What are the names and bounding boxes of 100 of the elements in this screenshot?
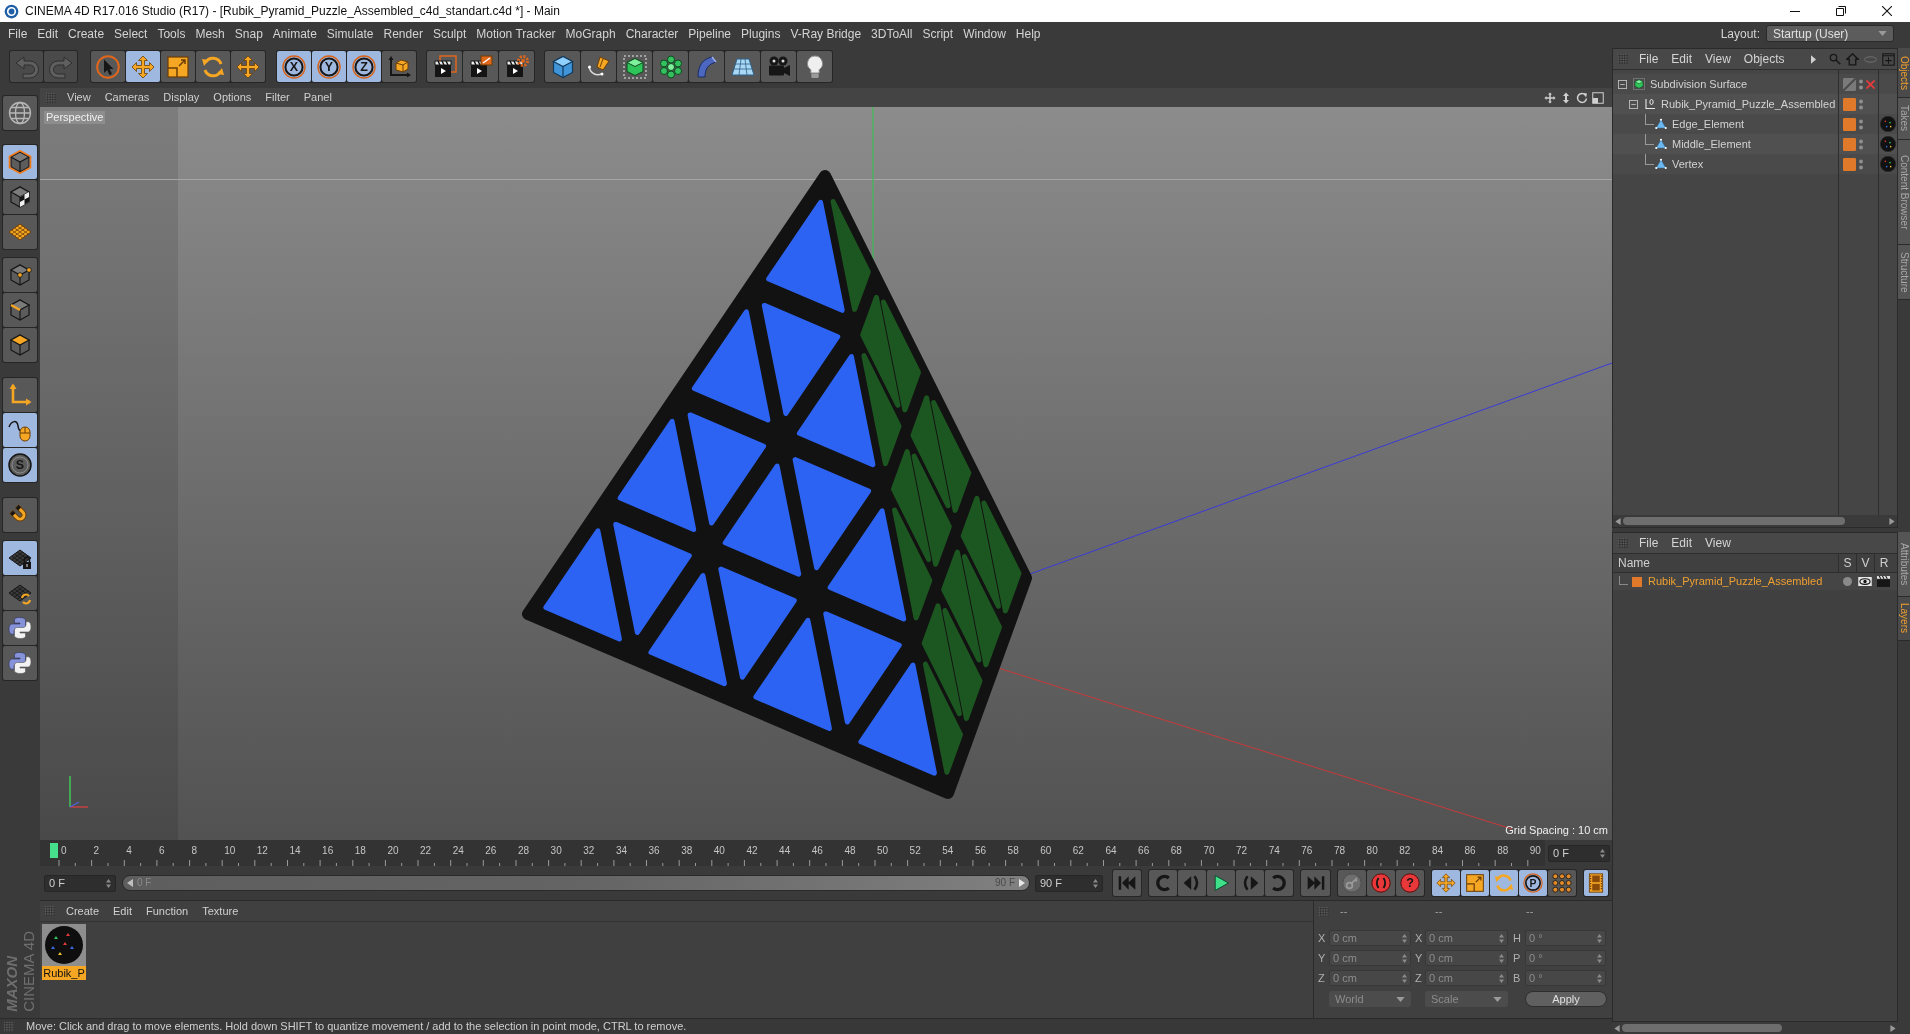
- solo-dot-icon[interactable]: [1842, 577, 1852, 586]
- scrollbar-thumb[interactable]: [1622, 1024, 1782, 1032]
- menu-item[interactable]: Edit: [113, 905, 132, 917]
- menu-item[interactable]: Motion Tracker: [476, 27, 556, 40]
- home-icon[interactable]: [1846, 52, 1859, 66]
- cross-icon[interactable]: [1866, 79, 1875, 89]
- point-level-button[interactable]: [1548, 870, 1576, 896]
- layer-swatch-icon[interactable]: [1843, 117, 1856, 131]
- workplane-mode-button[interactable]: [3, 215, 37, 249]
- visibility-dots-icon[interactable]: [1859, 78, 1863, 90]
- layer-swatch-icon[interactable]: [1843, 97, 1856, 111]
- expand-box-icon[interactable]: [1629, 99, 1638, 109]
- next-frame-button[interactable]: [1236, 870, 1264, 896]
- menu-item[interactable]: Texture: [202, 905, 239, 917]
- eye-icon[interactable]: [1858, 577, 1872, 586]
- cloner-button[interactable]: [653, 51, 688, 82]
- deformer-button[interactable]: [689, 51, 724, 82]
- menu-item[interactable]: View: [1705, 537, 1731, 549]
- expand-box-icon[interactable]: [1618, 79, 1627, 89]
- vertical-arrows-icon[interactable]: [1560, 91, 1572, 104]
- rotate-tool-button[interactable]: [196, 51, 230, 82]
- keyframe-button[interactable]: [1338, 870, 1366, 896]
- side-tab[interactable]: Layers: [1898, 597, 1910, 641]
- current-frame-field[interactable]: 0 F: [1548, 844, 1610, 862]
- light-button[interactable]: [797, 51, 832, 82]
- visibility-dots-icon[interactable]: [1859, 118, 1863, 130]
- floor-button[interactable]: [725, 51, 760, 82]
- scale-key-button[interactable]: [1461, 870, 1489, 896]
- move-tool-button[interactable]: [231, 51, 265, 82]
- menu-item[interactable]: 3DToAll: [871, 27, 913, 40]
- plus-box-icon[interactable]: [1882, 52, 1895, 66]
- triangle-right-icon[interactable]: [1890, 1024, 1896, 1032]
- start-frame-field[interactable]: 0 F: [44, 874, 116, 892]
- object-row[interactable]: Rubik_Pyramid_Puzzle_Assembled: [1613, 94, 1897, 114]
- menu-item[interactable]: Animate: [272, 27, 317, 40]
- subdivision-button[interactable]: [617, 51, 652, 82]
- apply-button[interactable]: Apply: [1525, 991, 1607, 1007]
- side-tab[interactable]: Takes: [1898, 98, 1910, 140]
- clapperboard-icon[interactable]: [1877, 576, 1890, 587]
- go-to-end-button[interactable]: [1301, 870, 1330, 896]
- menu-item[interactable]: Mesh: [195, 27, 225, 40]
- object-row[interactable]: Edge_Element: [1613, 114, 1897, 134]
- material-tag-icon[interactable]: [1880, 136, 1896, 152]
- triangle-right-icon[interactable]: [1019, 879, 1025, 887]
- menu-item[interactable]: MoGraph: [565, 27, 616, 40]
- menu-item[interactable]: Sculpt: [432, 27, 467, 40]
- render-picture-button[interactable]: [463, 51, 498, 82]
- record-button[interactable]: [1367, 870, 1395, 896]
- menu-item[interactable]: Options: [213, 92, 252, 103]
- camera-button[interactable]: [761, 51, 796, 82]
- menu-item[interactable]: Edit: [1671, 537, 1693, 549]
- pen-tool-button[interactable]: [581, 51, 616, 82]
- menu-item[interactable]: View: [67, 92, 91, 103]
- triangle-left-icon[interactable]: [1615, 517, 1621, 525]
- menu-item[interactable]: Character: [625, 27, 679, 40]
- move-tool-button[interactable]: [126, 51, 160, 82]
- go-to-start-button[interactable]: [1113, 870, 1141, 896]
- layer-row[interactable]: Rubik_Pyramid_Puzzle_Assembled: [1613, 573, 1897, 590]
- object-row[interactable]: Subdivision Surface: [1613, 74, 1897, 94]
- menu-item[interactable]: Window: [963, 27, 1006, 40]
- next-key-button[interactable]: [1265, 870, 1293, 896]
- menu-item[interactable]: Help: [1015, 27, 1041, 40]
- tweak-mode-button[interactable]: [3, 413, 37, 447]
- menu-item[interactable]: Pipeline: [688, 27, 732, 40]
- menu-item[interactable]: File: [1639, 537, 1659, 549]
- material-tag-icon[interactable]: [1880, 116, 1896, 132]
- edges-mode-button[interactable]: [3, 293, 37, 327]
- triangle-left-icon[interactable]: [127, 879, 133, 887]
- visibility-dots-icon[interactable]: [1859, 138, 1863, 150]
- coordinate-system-button[interactable]: [382, 51, 416, 82]
- menu-item[interactable]: Script: [922, 27, 954, 40]
- polygons-mode-button[interactable]: [3, 328, 37, 362]
- visibility-dots-icon[interactable]: [1859, 98, 1863, 110]
- menu-item[interactable]: Display: [163, 92, 200, 103]
- snap-button[interactable]: [3, 498, 37, 532]
- cube-button[interactable]: [545, 51, 580, 82]
- four-way-arrow-icon[interactable]: [1544, 91, 1556, 104]
- menu-item[interactable]: Select: [114, 27, 148, 40]
- python-button[interactable]: [3, 611, 37, 645]
- rotate-arrow-icon[interactable]: [1576, 91, 1588, 104]
- menu-item[interactable]: Objects: [1743, 53, 1785, 65]
- select-tool-button[interactable]: [91, 51, 125, 82]
- playhead-marker[interactable]: [50, 843, 58, 858]
- texture-mode-button[interactable]: [3, 180, 37, 214]
- timeline-button[interactable]: [1584, 870, 1608, 896]
- side-tab[interactable]: Objects: [1898, 48, 1910, 98]
- layer-swatch-icon[interactable]: [1843, 137, 1856, 151]
- triangle-right-icon[interactable]: [1889, 517, 1895, 525]
- search-icon[interactable]: [1829, 53, 1841, 65]
- menu-item[interactable]: Panel: [303, 92, 332, 103]
- render-settings-button[interactable]: [499, 51, 534, 82]
- scrollbar-thumb[interactable]: [1623, 517, 1845, 525]
- previous-frame-button[interactable]: [1178, 870, 1206, 896]
- points-mode-button[interactable]: [3, 258, 37, 292]
- triangle-right-icon[interactable]: [1811, 54, 1816, 64]
- python-button[interactable]: [3, 646, 37, 680]
- menu-item[interactable]: Create: [68, 27, 105, 40]
- render-view-button[interactable]: [427, 51, 462, 82]
- lock-workplane-button[interactable]: [3, 541, 37, 575]
- menu-item[interactable]: File: [8, 27, 28, 40]
